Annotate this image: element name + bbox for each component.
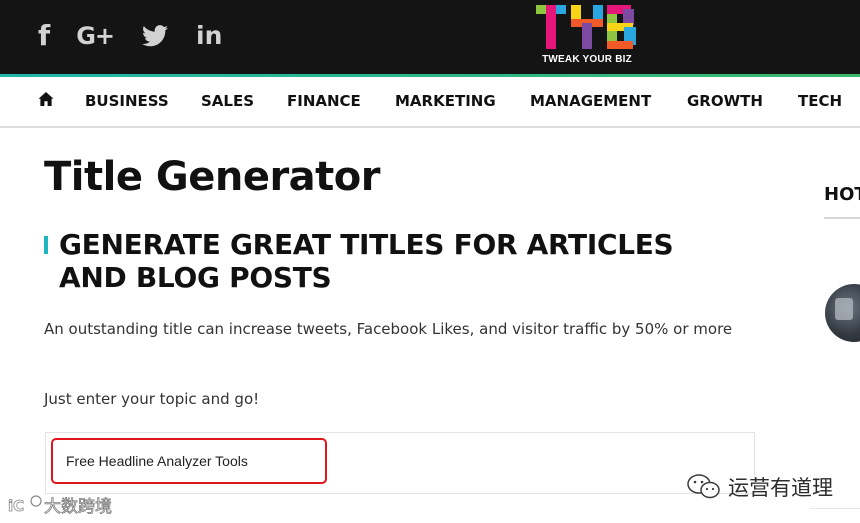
logo-letters [536, 5, 636, 49]
nav-item-sales[interactable]: SALES [201, 92, 254, 110]
nav-item-marketing[interactable]: MARKETING [395, 92, 496, 110]
watermark-right-text: 运营有道理 [728, 476, 833, 500]
logo-text: TWEAK YOUR BIZ [542, 54, 632, 65]
watermark-left-text: 大数跨境 [44, 497, 112, 517]
page-title: Title Generator [44, 154, 381, 200]
nav-item-tech[interactable]: TECH [798, 92, 842, 110]
watermark-logo-left: iC 大数跨境 [8, 495, 112, 517]
twitter-icon[interactable] [142, 25, 168, 47]
site-logo[interactable]: TWEAK YOUR BIZ [535, 3, 639, 69]
nav-item-business[interactable]: BUSINESS [85, 92, 169, 110]
linkedin-icon[interactable]: in [196, 18, 222, 54]
page-subheading: GENERATE GREAT TITLES FOR ARTICLES AND B… [59, 228, 674, 294]
sidebar-article-thumbnail[interactable] [825, 284, 860, 342]
home-icon[interactable] [38, 91, 54, 107]
nav-item-management[interactable]: MANAGEMENT [530, 92, 651, 110]
main-nav: BUSINESS SALES FINANCE MARKETING MANAGEM… [0, 77, 860, 128]
subheading-accent-bar [44, 236, 48, 254]
sidebar-title: HOT [824, 184, 860, 205]
topic-prompt: Just enter your topic and go! [44, 390, 260, 408]
page-description: An outstanding title can increase tweets… [44, 320, 733, 338]
nav-item-finance[interactable]: FINANCE [287, 92, 361, 110]
google-plus-icon[interactable]: G+ [76, 18, 115, 54]
facebook-icon[interactable]: f [38, 18, 50, 54]
social-links: f G+ in [38, 18, 250, 54]
sidebar-divider [810, 508, 860, 509]
svg-text:iC: iC [8, 497, 24, 515]
sidebar-title-underline [824, 217, 860, 219]
topic-input[interactable] [51, 438, 327, 484]
nav-item-growth[interactable]: GROWTH [687, 92, 763, 110]
